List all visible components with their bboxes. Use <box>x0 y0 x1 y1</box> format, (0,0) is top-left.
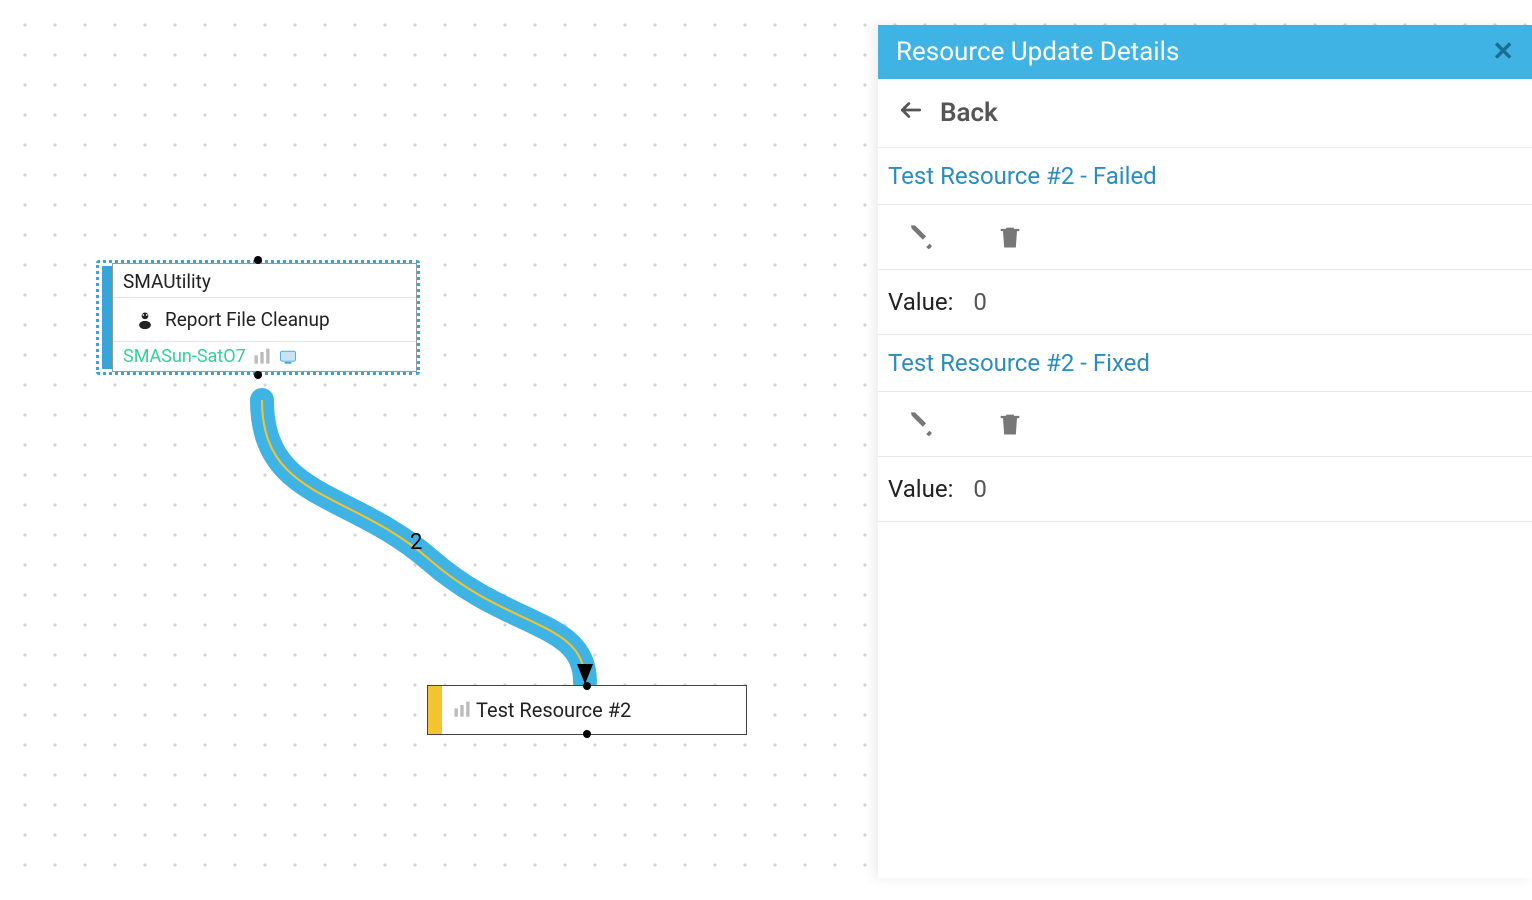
node-job-label: Report File Cleanup <box>165 308 330 331</box>
value-label: Value: <box>888 288 953 316</box>
bars-icon <box>452 700 472 720</box>
node-handle-bottom[interactable] <box>254 371 262 379</box>
value-number: 0 <box>973 475 987 503</box>
details-panel: Resource Update Details ✕ Back Test Reso… <box>878 25 1532 878</box>
edit-icon[interactable] <box>908 223 936 251</box>
section-actions <box>878 205 1532 270</box>
node-handle-bottom[interactable] <box>583 730 591 738</box>
node-resource-label: Test Resource #2 <box>476 698 631 722</box>
linux-icon <box>135 310 155 330</box>
delete-icon[interactable] <box>996 410 1024 438</box>
node-handle-top[interactable] <box>583 682 591 690</box>
node-status-bar <box>428 686 442 734</box>
panel-header: Resource Update Details ✕ <box>878 25 1532 79</box>
node-title: SMAUtility <box>113 264 416 298</box>
section-title-failed: Test Resource #2 - Failed <box>878 148 1532 205</box>
edge-label: 2 <box>410 530 422 555</box>
section-actions <box>878 392 1532 457</box>
back-row[interactable]: Back <box>878 79 1532 148</box>
node-schedule-label: SMASun-SatO7 <box>123 346 246 367</box>
delete-icon[interactable] <box>996 223 1024 251</box>
back-label: Back <box>940 98 998 128</box>
machine-icon <box>278 347 298 367</box>
value-row: Value: 0 <box>878 270 1532 335</box>
node-handle-top[interactable] <box>254 256 262 264</box>
close-icon[interactable]: ✕ <box>1492 37 1514 67</box>
back-arrow-icon[interactable] <box>898 97 924 129</box>
node-status-bar <box>102 266 112 369</box>
section-title-fixed: Test Resource #2 - Fixed <box>878 335 1532 392</box>
edit-icon[interactable] <box>908 410 936 438</box>
bars-icon <box>252 347 272 367</box>
value-label: Value: <box>888 475 953 503</box>
edge-connector <box>0 0 800 900</box>
node-test-resource[interactable]: Test Resource #2 <box>427 685 747 735</box>
value-number: 0 <box>973 288 987 316</box>
node-smautility[interactable]: SMAUtility Report File Cleanup SMASun-Sa… <box>96 260 420 375</box>
panel-title: Resource Update Details <box>896 37 1179 67</box>
value-row: Value: 0 <box>878 457 1532 522</box>
